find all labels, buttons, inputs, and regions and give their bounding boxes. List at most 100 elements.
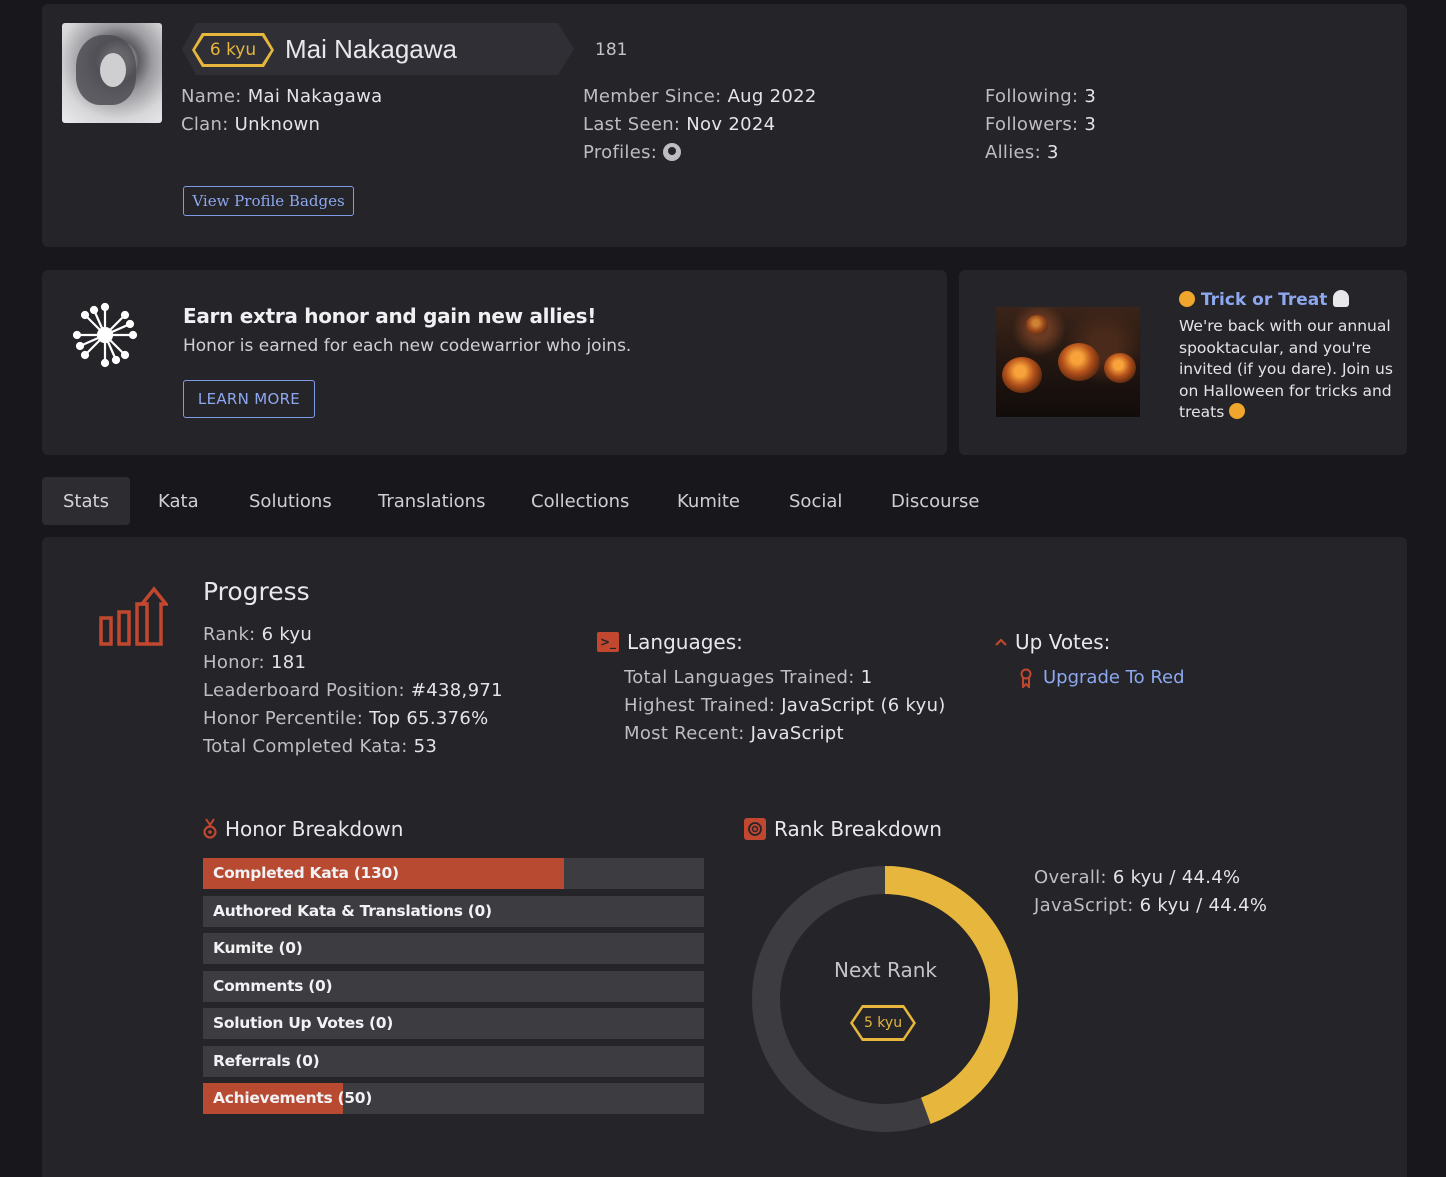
pumpkin-icon — [1179, 291, 1195, 307]
honor-bar: Comments (0) — [203, 970, 704, 1002]
view-profile-badges-button[interactable]: View Profile Badges — [183, 186, 354, 216]
last-seen-value: Nov 2024 — [686, 114, 776, 135]
honor-bar: Completed Kata (130) — [203, 858, 704, 889]
languages-heading: Languages: — [627, 630, 743, 654]
honor-label: Honor: — [203, 652, 265, 673]
event-panel: Trick or Treat We're back with our annua… — [959, 270, 1407, 455]
percentile-value: Top 65.376% — [369, 708, 489, 729]
upgrade-to-red-link[interactable]: Upgrade To Red — [1043, 667, 1185, 688]
leaderboard-label: Leaderboard Position: — [203, 680, 405, 701]
honor-bar: Kumite (0) — [203, 933, 704, 964]
honor-bar-label: Kumite (0) — [213, 939, 303, 957]
rank-target-icon — [744, 818, 766, 840]
honor-bar-label: Comments (0) — [213, 976, 333, 995]
rank-value: 6 kyu — [261, 624, 313, 645]
next-rank-label: Next Rank — [834, 958, 937, 982]
javascript-label: JavaScript: — [1034, 895, 1134, 916]
allies-label: Allies: — [985, 142, 1041, 163]
next-rank-badge: 5 kyu — [850, 1005, 916, 1041]
upvotes-heading: Up Votes: — [1015, 630, 1111, 654]
promo-title: Earn extra honor and gain new allies! — [183, 304, 597, 328]
clan-label: Clan: — [181, 114, 229, 135]
honor-bar: Achievements (50) — [203, 1083, 704, 1114]
event-title-row[interactable]: Trick or Treat — [1179, 290, 1350, 310]
rank-breakdown-stats: Overall: 6 kyu / 44.4% JavaScript: 6 kyu… — [1034, 864, 1267, 920]
display-name: Mai Nakagawa — [285, 34, 457, 64]
tab-stats[interactable]: Stats — [42, 477, 130, 525]
learn-more-button[interactable]: LEARN MORE — [183, 380, 315, 418]
tab-social[interactable]: Social — [789, 477, 842, 525]
progress-stats: Rank: 6 kyu Honor: 181 Leaderboard Posit… — [203, 621, 503, 761]
progress-heading: Progress — [203, 577, 310, 606]
upvotes-heading-row: Up Votes: — [995, 630, 1110, 654]
avatar — [62, 23, 162, 123]
ghost-icon — [1333, 290, 1350, 307]
profile-panel: 6 kyu Mai Nakagawa 181 Name: Mai Nakagaw… — [42, 4, 1407, 247]
tab-solutions[interactable]: Solutions — [249, 477, 332, 525]
honor-count: 181 — [595, 40, 628, 60]
honor-bar-label: Completed Kata (130) — [213, 864, 399, 882]
honor-bar: Authored Kata & Translations (0) — [203, 895, 704, 927]
total-languages-value: 1 — [860, 667, 873, 688]
github-icon[interactable] — [663, 143, 682, 161]
honor-value: 181 — [270, 652, 307, 673]
info-column-2: Member Since: Aug 2022 Last Seen: Nov 20… — [583, 83, 817, 167]
honor-bar-label: Solution Up Votes (0) — [213, 1014, 394, 1032]
honor-bar-label: Achievements (50) — [213, 1089, 373, 1107]
progress-chart-icon — [99, 586, 168, 646]
event-text: We're back with our annual spooktacular,… — [1179, 317, 1393, 421]
honor-bar: Referrals (0) — [203, 1045, 704, 1077]
tab-discourse[interactable]: Discourse — [891, 477, 979, 525]
rank-badge-label: 6 kyu — [195, 36, 271, 64]
honor-breakdown-heading: Honor Breakdown — [225, 817, 404, 841]
terminal-icon: >_ — [597, 632, 619, 652]
most-recent-value: JavaScript — [750, 723, 844, 744]
next-rank-badge-label: 5 kyu — [853, 1008, 913, 1038]
medal-icon — [203, 818, 217, 839]
rank-progress-donut — [752, 866, 1018, 1132]
rank-badge: 6 kyu — [192, 33, 274, 67]
info-column-1: Name: Mai Nakagawa Clan: Unknown — [181, 83, 382, 139]
honor-breakdown-heading-row: Honor Breakdown — [203, 817, 403, 841]
rank-label: Rank: — [203, 624, 256, 645]
event-title[interactable]: Trick or Treat — [1201, 290, 1327, 310]
rank-breakdown-heading: Rank Breakdown — [774, 817, 942, 841]
honor-bar-label: Referrals (0) — [213, 1051, 320, 1070]
member-since-label: Member Since: — [583, 86, 722, 107]
halloween-image[interactable] — [996, 307, 1140, 417]
following-value: 3 — [1084, 86, 1097, 107]
rank-breakdown-heading-row: Rank Breakdown — [744, 817, 942, 841]
languages-stats: Total Languages Trained: 1 Highest Train… — [624, 664, 946, 748]
followers-value: 3 — [1084, 114, 1097, 135]
tab-collections[interactable]: Collections — [531, 477, 629, 525]
following-label: Following: — [985, 86, 1079, 107]
last-seen-label: Last Seen: — [583, 114, 681, 135]
referral-promo-panel: Earn extra honor and gain new allies! Ho… — [42, 270, 947, 455]
tab-kata[interactable]: Kata — [158, 477, 199, 525]
tab-translations[interactable]: Translations — [378, 477, 485, 525]
name-label: Name: — [181, 86, 242, 107]
event-text-block: We're back with our annual spooktacular,… — [1179, 316, 1394, 424]
clan-value: Unknown — [234, 114, 321, 135]
allies-value: 3 — [1046, 142, 1059, 163]
followers-label: Followers: — [985, 114, 1079, 135]
most-recent-label: Most Recent: — [624, 723, 745, 744]
highest-trained-label: Highest Trained: — [624, 695, 776, 716]
completed-kata-value: 53 — [413, 736, 438, 757]
pumpkin-icon — [1229, 403, 1246, 419]
stats-panel: Progress Rank: 6 kyu Honor: 181 Leaderbo… — [42, 537, 1407, 1177]
highest-trained-value: JavaScript (6 kyu) — [781, 695, 946, 716]
ribbon-icon — [1020, 668, 1032, 688]
leaderboard-value: #438,971 — [410, 680, 503, 701]
overall-label: Overall: — [1034, 867, 1107, 888]
overall-value: 6 kyu / 44.4% — [1112, 867, 1241, 888]
info-column-3: Following: 3 Followers: 3 Allies: 3 — [985, 83, 1096, 167]
tab-kumite[interactable]: Kumite — [677, 477, 740, 525]
honor-bar-label: Authored Kata & Translations (0) — [213, 901, 492, 920]
total-languages-label: Total Languages Trained: — [624, 667, 855, 688]
network-burst-icon — [72, 302, 138, 368]
name-value: Mai Nakagawa — [247, 86, 383, 107]
honor-breakdown-bars: Completed Kata (130) Authored Kata & Tran… — [203, 858, 704, 1121]
percentile-label: Honor Percentile: — [203, 708, 364, 729]
profiles-label: Profiles: — [583, 142, 658, 163]
